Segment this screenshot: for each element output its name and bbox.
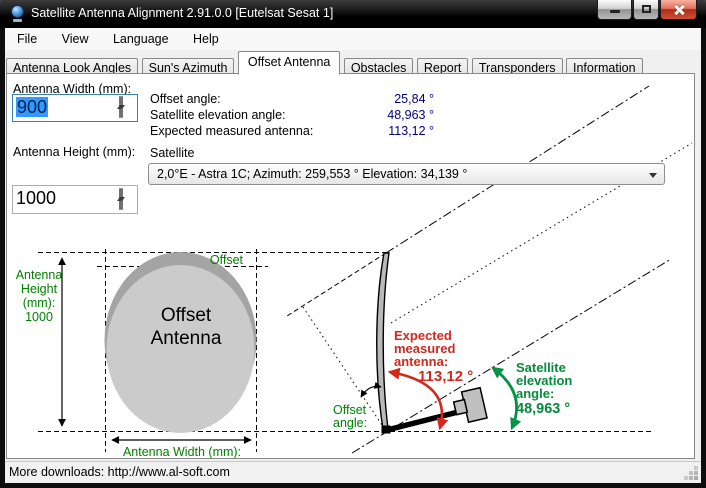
lnb xyxy=(452,388,487,425)
menu-bar: File View Language Help xyxy=(5,28,701,51)
antenna-width-input[interactable]: 900 xyxy=(12,94,138,122)
boom-pivot xyxy=(382,426,391,434)
app-icon xyxy=(9,5,26,22)
menu-view[interactable]: View xyxy=(52,28,99,51)
resize-grip-icon[interactable] xyxy=(694,476,698,480)
offset-angle-label-2: angle: xyxy=(333,416,367,430)
height-label-2: Height xyxy=(21,282,58,296)
menu-help[interactable]: Help xyxy=(183,28,229,51)
dish-face-ellipse xyxy=(107,265,255,433)
height-label-1: Antenna xyxy=(16,268,63,282)
window-title: Satellite Antenna Alignment 2.91.0.0 [Eu… xyxy=(31,0,333,28)
client-area: File View Language Help Antenna Look Ang… xyxy=(5,28,701,483)
menu-file[interactable]: File xyxy=(7,28,47,51)
width-dimension-label: Antenna Width (mm): xyxy=(123,445,241,458)
maximize-button[interactable] xyxy=(633,0,659,20)
title-bar[interactable]: Satellite Antenna Alignment 2.91.0.0 [Eu… xyxy=(0,0,706,28)
dish-front-label-2: Antenna xyxy=(151,328,222,349)
close-icon xyxy=(673,4,685,16)
tab-strip: Antenna Look Angles Sun's Azimuth Offset… xyxy=(6,51,700,74)
spin-down-icon xyxy=(119,197,125,201)
menu-language[interactable]: Language xyxy=(103,28,179,51)
antenna-height-input[interactable]: 1000 xyxy=(12,185,138,214)
elevation-value: 48,963 ° xyxy=(516,401,570,417)
dish-front-label-1: Offset xyxy=(161,305,212,326)
globe-icon xyxy=(11,5,24,18)
height-spin-down-button[interactable] xyxy=(121,188,123,210)
chevron-down-icon xyxy=(649,173,657,178)
status-bar: More downloads: http://www.al-soft.com xyxy=(5,461,701,483)
antenna-width-value: 900 xyxy=(16,97,48,117)
tab-offset-antenna[interactable]: Offset Antenna xyxy=(238,51,340,75)
height-label-3: (mm): xyxy=(23,296,56,310)
offset-rim-label: Offset xyxy=(210,253,244,267)
app-window: Satellite Antenna Alignment 2.91.0.0 [Eu… xyxy=(0,0,706,488)
dish-side-profile xyxy=(377,253,389,429)
close-button[interactable] xyxy=(660,0,697,20)
elevation-angle-arc xyxy=(493,368,517,428)
width-spin-down-button[interactable] xyxy=(121,96,123,118)
offset-angle-label-1: Offset xyxy=(333,403,367,417)
antenna-height-value: 1000 xyxy=(16,188,56,208)
expected-label-3: antenna: xyxy=(394,354,448,369)
antenna-height-label: Antenna Height (mm): xyxy=(13,145,135,159)
status-text: More downloads: http://www.al-soft.com xyxy=(9,462,230,483)
satellite-selected-value: 2,0°E - Astra 1C; Azimuth: 259,553 ° Ele… xyxy=(157,167,467,181)
satellite-combobox[interactable]: 2,0°E - Astra 1C; Azimuth: 259,553 ° Ele… xyxy=(148,163,665,185)
offset-antenna-page: Offset Antenna Offset Antenna Height (mm… xyxy=(6,73,695,459)
height-value: 1000 xyxy=(25,310,53,324)
signal-lines xyxy=(287,86,692,453)
minimize-icon xyxy=(610,10,620,13)
minimize-button[interactable] xyxy=(597,0,632,20)
elevation-label-3: angle: xyxy=(516,386,554,401)
spin-down-icon xyxy=(119,105,125,109)
offset-antenna-diagram: Offset Antenna Offset Antenna Height (mm… xyxy=(7,74,694,458)
maximize-icon xyxy=(642,5,651,13)
expected-value: 113,12 ° xyxy=(418,368,473,385)
